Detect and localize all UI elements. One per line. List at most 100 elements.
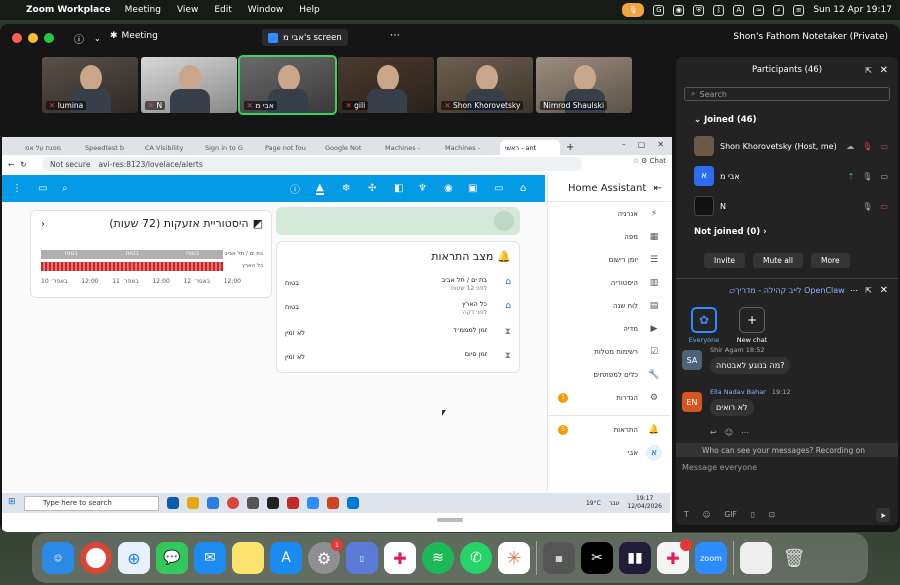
status-row[interactable]: ⌂ כל הארץ לפני דקה בטוח [277, 298, 521, 322]
search-icon[interactable]: ⌕ [62, 183, 68, 194]
app-icon[interactable] [287, 497, 299, 509]
notes-icon[interactable] [232, 542, 264, 574]
input-language[interactable]: עבר [609, 500, 620, 507]
browser-tab-active[interactable]: ראשי - ant [500, 140, 560, 155]
powerpoint-icon[interactable] [327, 497, 339, 509]
back-icon[interactable]: ← [8, 160, 14, 169]
chat-title[interactable]: לייב קהילה - מדריך OpenClaw [735, 286, 844, 295]
taskview-icon[interactable] [167, 497, 179, 509]
chevron-down-icon[interactable]: ⌄ [94, 34, 101, 43]
history-bar[interactable]: בטוח בטוח בטוח [41, 250, 223, 259]
app-name[interactable]: Zoom Workplace [26, 5, 111, 15]
everyone-chat-button[interactable]: ✿ Everyone [684, 307, 724, 344]
explorer-icon[interactable] [187, 497, 199, 509]
sidebar-item-calendar[interactable]: לוח שנה ▤ [548, 294, 670, 317]
record-icon[interactable]: ◉ [673, 4, 685, 16]
sidebar-item-todo[interactable]: רשימות מטלות ☑ [548, 340, 670, 363]
sidebar-item-media[interactable]: מדיה ▶ [548, 317, 670, 340]
not-joined-group[interactable]: Not joined (0) › [676, 221, 898, 243]
close-icon[interactable]: ✕ [657, 140, 664, 149]
sidebar-item-settings[interactable]: 1 הגדרות ⚙ [548, 386, 670, 409]
browser-tab[interactable]: Google Not [320, 140, 380, 155]
vscode-icon[interactable] [347, 497, 359, 509]
chat-message[interactable]: EN Ella Nadav Bahar 19:12 לא רואים [676, 386, 898, 428]
video-tile[interactable]: ✕ lumina [42, 57, 138, 113]
minimize-window-button[interactable] [28, 33, 38, 43]
close-window-button[interactable] [12, 33, 22, 43]
zoom-icon[interactable]: zoom [695, 542, 727, 574]
more-icon[interactable]: ⋯ [850, 286, 858, 295]
video-tile[interactable]: Nimrod Shaulski [536, 57, 632, 113]
participant-row[interactable]: Shon Khorovetsky (Host, me) ☁ 🎙 ▭ [676, 131, 898, 161]
windows-start-icon[interactable]: ⊞ [8, 497, 16, 507]
audio-app-icon[interactable]: ▮▮ [619, 542, 651, 574]
app-icon[interactable] [267, 497, 279, 509]
share-indicator[interactable]: אבי מ's screen [262, 29, 348, 46]
browser-tab[interactable]: CA Visibility [140, 140, 200, 155]
bluetooth-icon[interactable]: ᛒ [713, 4, 725, 16]
chat-message[interactable]: SA Shir Agam 18:52 מה בנוגע לאבטחה? [676, 344, 898, 386]
mail-icon[interactable]: ✉ [194, 542, 226, 574]
claude-icon[interactable]: ✳ [498, 542, 530, 574]
minimize-icon[interactable]: – [622, 140, 626, 149]
sidebar-item-devtools[interactable]: כלים למפתחים 🔧 [548, 363, 670, 386]
trash-icon[interactable]: 🗑 [778, 542, 810, 574]
menu-collapse-icon[interactable]: ⇤ [654, 183, 662, 194]
new-tab-icon[interactable]: + [566, 142, 574, 153]
taskbar-search[interactable]: Type here to search [24, 495, 159, 511]
participants-search[interactable]: ⌕ Search [684, 87, 890, 101]
fan-icon[interactable]: ✣ [368, 183, 376, 194]
browser-tab[interactable]: מפגת על אמ [20, 140, 80, 155]
sidebar-item-user[interactable]: אבי א [548, 441, 670, 464]
chat-icon[interactable]: ▭ [38, 183, 47, 194]
capcut-icon[interactable]: ✂ [581, 542, 613, 574]
messages-icon[interactable]: 💬 [156, 542, 188, 574]
mute-all-button[interactable]: Mute all [753, 253, 803, 268]
spotify-icon[interactable]: ≋ [422, 542, 454, 574]
grammarly-icon[interactable]: G [653, 4, 665, 16]
send-icon[interactable]: ➤ [876, 508, 890, 522]
tv-icon[interactable]: ▭ [494, 183, 503, 194]
simulator-icon[interactable]: ▯ [346, 542, 378, 574]
document-icon[interactable] [740, 542, 772, 574]
control-center-icon[interactable]: ≡ [793, 4, 805, 16]
address-bar[interactable]: Not secure avi-res:8123/lovelace/alerts [42, 157, 582, 171]
browser-tab[interactable]: Sign in to G [200, 140, 260, 155]
chrome-icon[interactable] [80, 542, 112, 574]
home-icon[interactable]: ⌂ [520, 183, 526, 194]
temperature[interactable]: 19°C [586, 500, 601, 507]
edge-icon[interactable] [207, 497, 219, 509]
browser-tab[interactable]: Page not fou [260, 140, 320, 155]
ac-icon[interactable]: ❄ [342, 183, 350, 194]
status-row[interactable]: ⌂ בת ים / תל אביב לפני 12 שעות בטוח [277, 274, 521, 298]
sidebar-item-energy[interactable]: אנרגיה ⚡ [548, 202, 670, 225]
video-tile[interactable]: ✕ N [140, 57, 237, 113]
clock[interactable]: Sun 12 Apr 19:17 [813, 5, 892, 15]
menu-view[interactable]: View [177, 5, 198, 15]
alert-icon[interactable]: ▲ [316, 182, 324, 195]
shield-icon[interactable]: ⛨ [693, 4, 705, 16]
more-icon[interactable]: ⋯ [741, 428, 749, 437]
wifi-icon[interactable]: ≈ [753, 4, 765, 16]
new-chat-button[interactable]: + New chat [732, 307, 772, 344]
search-icon[interactable]: ⌕ [773, 4, 785, 16]
menu-help[interactable]: Help [299, 5, 320, 15]
popout-icon[interactable]: ⇱ [865, 66, 872, 75]
history-bar[interactable]: בטוח [41, 262, 223, 271]
menu-window[interactable]: Window [248, 5, 284, 15]
invite-button[interactable]: Invite [704, 253, 746, 268]
browser-tab[interactable]: Machines - [380, 140, 440, 155]
popout-icon[interactable]: ⇱ [865, 286, 872, 295]
browser-tab[interactable]: Speedtest b [80, 140, 140, 155]
maximize-icon[interactable]: ▢ [638, 140, 646, 149]
reply-icon[interactable]: ↩ [710, 428, 717, 437]
format-icon[interactable]: T [684, 510, 689, 519]
video-tile-active[interactable]: ✕ אבי מ [237, 55, 338, 115]
calculator-icon[interactable]: ▦ [543, 542, 575, 574]
taskbar-clock[interactable]: 19:17 12/04/2026 [627, 495, 662, 511]
star-icon[interactable]: ☆ [633, 157, 639, 165]
chevron-left-icon[interactable]: › [41, 219, 45, 230]
microphone-status-icon[interactable]: 🎙 [622, 3, 645, 17]
more-icon[interactable]: ⋯ [390, 30, 400, 41]
menu-meeting[interactable]: Meeting [125, 5, 161, 15]
